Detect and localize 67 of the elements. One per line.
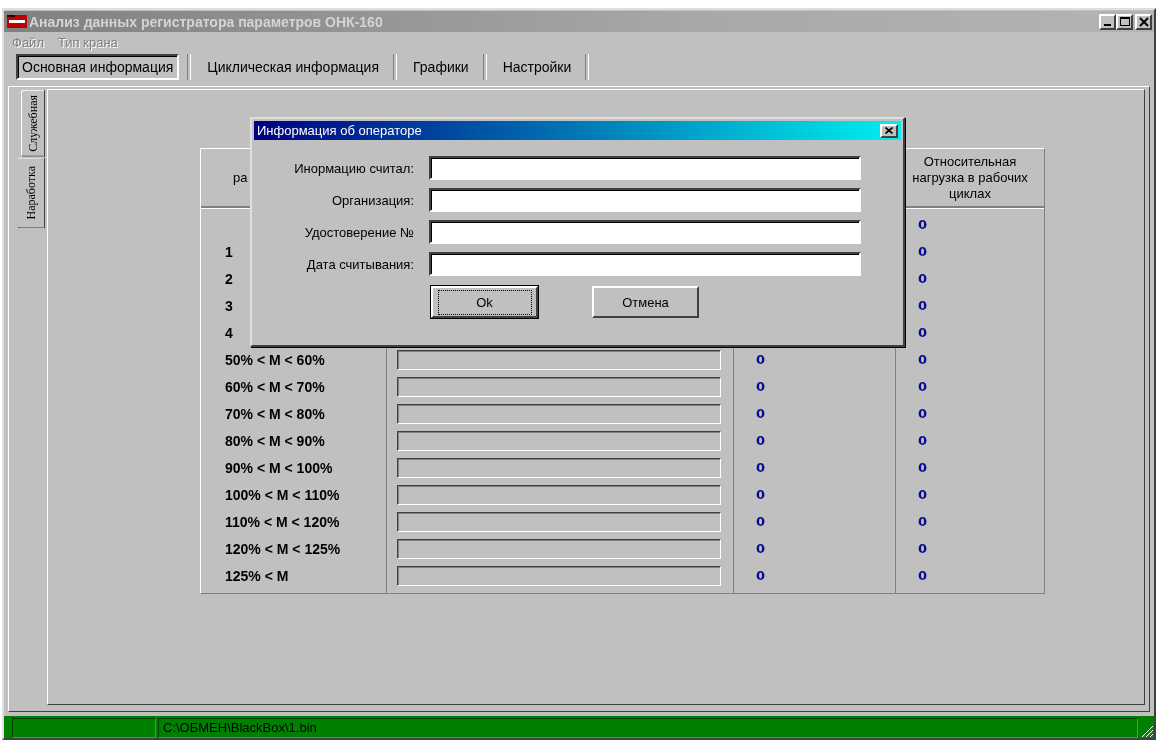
- field-label: Дата считывания:: [305, 256, 415, 272]
- minimize-button[interactable]: [1099, 13, 1116, 30]
- count-value: 0: [756, 352, 766, 367]
- side-tab[interactable]: Наработка: [17, 156, 45, 229]
- count-value: 0: [756, 541, 766, 556]
- relative-value: 0: [918, 541, 928, 556]
- input-field[interactable]: [429, 156, 861, 180]
- range-label: 80% < M < 90%: [225, 432, 325, 449]
- relative-value: 0: [918, 433, 928, 448]
- relative-value: 0: [918, 406, 928, 421]
- range-label: 120% < M < 125%: [225, 540, 341, 557]
- relative-value: 0: [918, 271, 928, 286]
- input-field[interactable]: [429, 220, 861, 244]
- relative-value: 0: [918, 244, 928, 259]
- field-label: Удостоверение №: [303, 224, 415, 240]
- status-path: C:\ОБМЕН\BlackBox\1.bin: [158, 718, 1138, 738]
- relative-value: 0: [918, 568, 928, 583]
- dialog-button[interactable]: Ok: [431, 286, 538, 318]
- count-value: 0: [756, 460, 766, 475]
- side-tab[interactable]: Служебная: [21, 90, 45, 157]
- dialog-button[interactable]: Отмена: [592, 286, 699, 318]
- field-label: Инормацию считал:: [293, 160, 415, 176]
- relative-value: 0: [918, 514, 928, 529]
- window-title: Анализ данных регистратора параметров ОНК-160: [29, 13, 384, 30]
- range-label: 70% < M < 80%: [225, 405, 325, 422]
- range-label: 100% < M < 110%: [225, 486, 340, 503]
- tab[interactable]: Настройки: [496, 54, 578, 80]
- tab[interactable]: Циклическая информация: [201, 54, 385, 80]
- resize-grip-icon[interactable]: [1140, 724, 1154, 738]
- column-header: ра: [233, 169, 248, 186]
- relative-value: 0: [918, 487, 928, 502]
- relative-value: 0: [918, 379, 928, 394]
- close-icon: [1138, 16, 1149, 27]
- count-value: 0: [756, 406, 766, 421]
- range-label: 60% < M < 70%: [225, 378, 325, 395]
- range-label: 110% < M < 120%: [225, 513, 340, 530]
- field-label: Организация:: [330, 192, 415, 208]
- dialog-title: Информация об операторе: [257, 123, 422, 138]
- relative-value: 0: [918, 325, 928, 340]
- input-field[interactable]: [429, 188, 861, 212]
- maximize-button[interactable]: [1116, 13, 1133, 30]
- range-label: 1: [225, 243, 233, 260]
- minimize-icon: [1104, 24, 1111, 26]
- range-label: 4: [225, 324, 233, 341]
- input-field[interactable]: [429, 252, 861, 276]
- range-label: 90% < M < 100%: [225, 459, 333, 476]
- range-label: 2: [225, 270, 233, 287]
- relative-value: 0: [918, 217, 928, 232]
- tab[interactable]: Графики: [407, 54, 475, 80]
- count-value: 0: [756, 379, 766, 394]
- maximize-icon: [1119, 16, 1130, 27]
- range-label: 3: [225, 297, 233, 314]
- relative-value: 0: [918, 460, 928, 475]
- close-icon: [885, 127, 893, 134]
- count-value: 0: [756, 433, 766, 448]
- range-label: 50% < M < 60%: [225, 351, 325, 368]
- close-button[interactable]: [1135, 13, 1152, 30]
- count-value: 0: [756, 514, 766, 529]
- count-value: 0: [756, 568, 766, 583]
- count-value: 0: [756, 487, 766, 502]
- relative-value: 0: [918, 298, 928, 313]
- column-header: Относительная нагрузка в рабочих циклах: [911, 153, 1029, 202]
- relative-value: 0: [918, 352, 928, 367]
- app-icon: [7, 15, 27, 28]
- tab[interactable]: Основная информация: [16, 54, 180, 80]
- range-label: 125% < M: [225, 567, 289, 584]
- close-button[interactable]: [880, 123, 898, 138]
